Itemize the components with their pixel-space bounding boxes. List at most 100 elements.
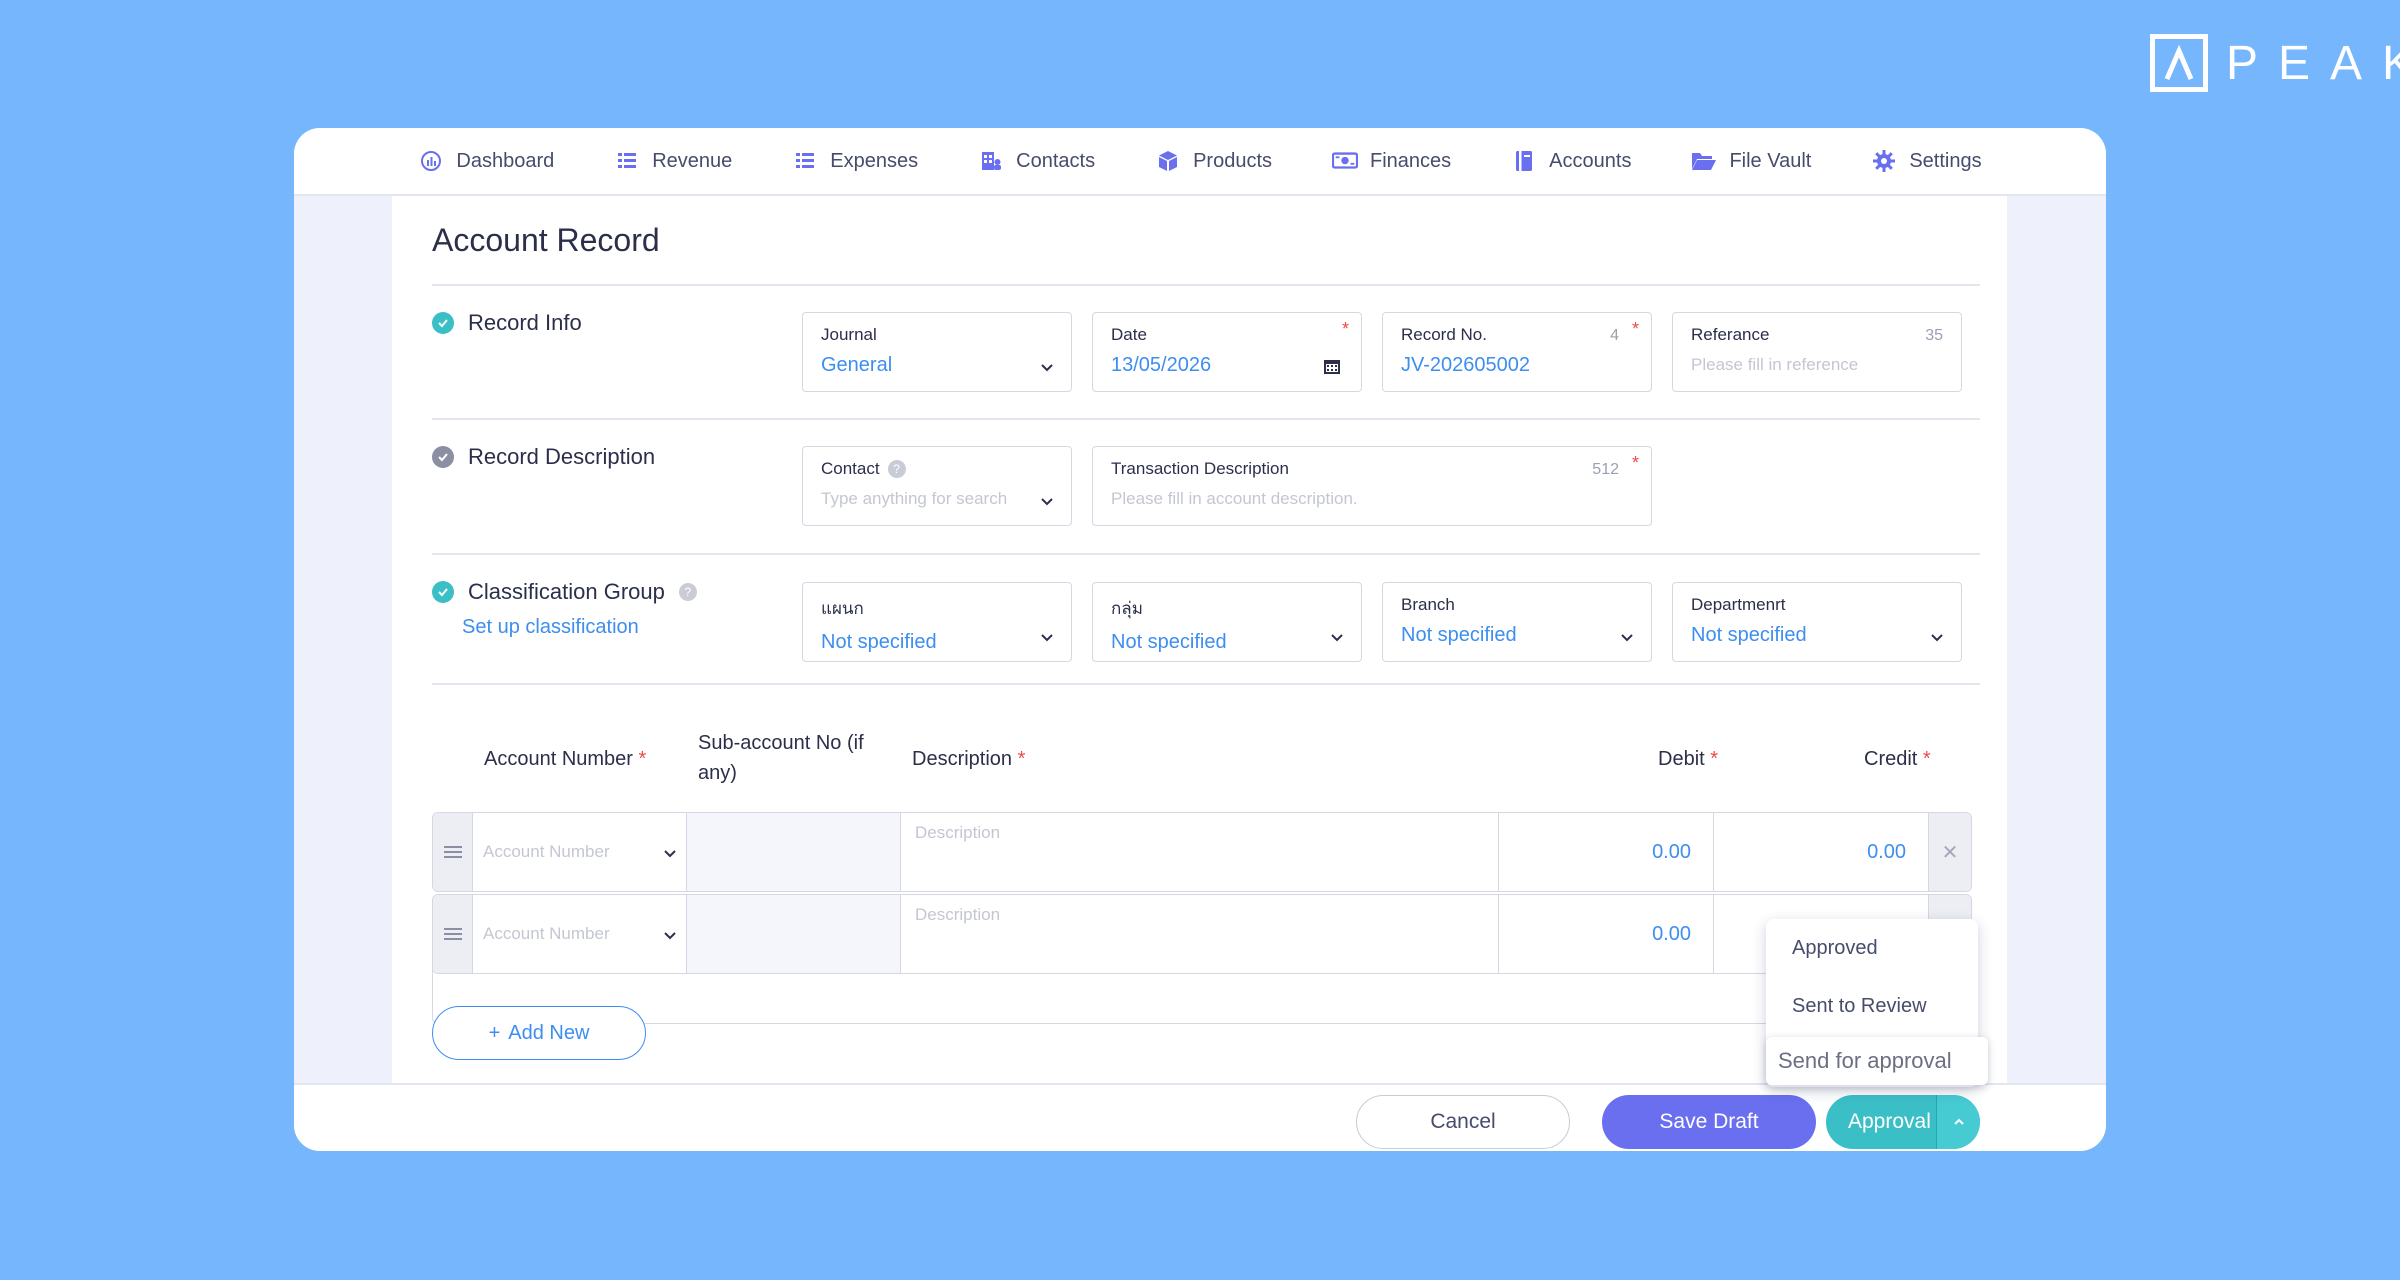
header-description: Description *: [912, 748, 1026, 770]
approval-menu: Approved Sent to Review Send for approva…: [1766, 919, 1988, 1087]
account-number-select[interactable]: Account Number: [473, 895, 687, 973]
chevron-down-icon: [1041, 634, 1053, 642]
department-select[interactable]: Departmenrt Not specified: [1672, 582, 1962, 662]
menu-item-approved[interactable]: Approved: [1766, 937, 1978, 960]
sub-account-input[interactable]: [687, 813, 901, 891]
record-no-value: JV-202605002: [1401, 354, 1531, 376]
check-circle-icon: [432, 446, 454, 468]
description-placeholder: Description: [915, 905, 1001, 924]
classification-value: Not specified: [1691, 624, 1807, 646]
credit-input[interactable]: 0.00: [1714, 813, 1929, 891]
classification-value: Not specified: [1111, 631, 1227, 653]
header-credit: Credit *: [1864, 748, 1931, 770]
finances-icon: [1332, 148, 1359, 174]
char-count: 512: [1592, 461, 1619, 478]
journal-value: General: [821, 354, 893, 376]
section-title: Record Description: [468, 444, 656, 469]
description-input[interactable]: Description: [901, 895, 1499, 973]
chevron-down-icon: [1331, 634, 1343, 642]
nav-file-vault[interactable]: File Vault: [1661, 128, 1841, 195]
check-circle-icon: [432, 581, 454, 603]
peak-logo: PEAK: [2150, 32, 2400, 94]
description-placeholder: Description: [915, 823, 1001, 842]
brand-name: PEAK: [2226, 36, 2400, 90]
add-new-row-button[interactable]: + Add New: [432, 1006, 646, 1060]
menu-item-sent-to-review[interactable]: Sent to Review: [1766, 995, 1978, 1018]
section-record-description: Record Description: [432, 444, 655, 470]
description-input[interactable]: Description: [901, 813, 1499, 891]
nav-settings[interactable]: Settings: [1841, 128, 2011, 195]
table-row: Account Number Description 0.00: [432, 894, 1972, 974]
help-icon[interactable]: ?: [887, 460, 906, 478]
calendar-icon[interactable]: [1323, 357, 1341, 375]
approval-label: Approval: [1848, 1110, 1931, 1133]
sub-account-input[interactable]: [687, 895, 901, 973]
nav-products[interactable]: Products: [1125, 128, 1302, 195]
chevron-up-icon: [1953, 1118, 1964, 1125]
record-no-field[interactable]: Record No. JV-202605002 4 *: [1382, 312, 1652, 392]
chevron-down-icon: [664, 932, 676, 940]
field-label: แผนก: [821, 599, 864, 618]
record-form-sheet: Account Record Record Info Journal Gener…: [392, 196, 2007, 1151]
contacts-icon: [978, 148, 1004, 174]
nav-label: Products: [1193, 149, 1273, 172]
debit-input[interactable]: 0.00: [1499, 895, 1714, 973]
help-icon[interactable]: ?: [678, 583, 697, 601]
account-placeholder: Account Number: [483, 924, 610, 943]
close-icon: ✕: [1941, 841, 1959, 864]
menu-item-send-for-approval[interactable]: Send for approval: [1766, 1037, 1988, 1085]
nav-contacts[interactable]: Contacts: [948, 128, 1125, 195]
transaction-placeholder: Please fill in account description.: [1111, 489, 1358, 508]
transaction-description-input[interactable]: Transaction Description Please fill in a…: [1092, 446, 1652, 526]
approval-button[interactable]: Approval: [1826, 1095, 1980, 1149]
debit-input[interactable]: 0.00: [1499, 813, 1714, 891]
drag-handle-icon[interactable]: [433, 813, 473, 891]
drag-handle-icon[interactable]: [433, 895, 473, 973]
dashboard-icon: [418, 148, 444, 174]
table-row: Account Number Description 0.00 0.00 ✕: [432, 812, 1972, 892]
chevron-down-icon: [1931, 634, 1943, 642]
reference-placeholder: Please fill in reference: [1691, 355, 1859, 374]
reference-input[interactable]: Referance Please fill in reference 35: [1672, 312, 1962, 392]
account-placeholder: Account Number: [483, 842, 610, 861]
nav-label: Finances: [1370, 149, 1452, 172]
nav-finances[interactable]: Finances: [1302, 128, 1481, 195]
field-label: Departmenrt: [1691, 595, 1786, 614]
chevron-down-icon: [664, 850, 676, 858]
setup-classification-link[interactable]: Set up classification: [462, 616, 639, 639]
cancel-button[interactable]: Cancel: [1356, 1095, 1570, 1149]
classification-select-1[interactable]: แผนก Not specified: [802, 582, 1072, 662]
field-label: Journal: [821, 325, 877, 344]
section-title: Classification Group: [468, 579, 665, 604]
remove-row-button[interactable]: ✕: [1929, 813, 1971, 891]
divider: [432, 284, 1980, 286]
contact-search-select[interactable]: Contact? Type anything for search: [802, 446, 1072, 526]
nav-dashboard[interactable]: Dashboard: [388, 128, 584, 195]
field-label: Contact?: [821, 459, 1053, 479]
save-draft-button[interactable]: Save Draft: [1602, 1095, 1816, 1149]
section-classification: Classification Group ?: [432, 579, 697, 605]
account-number-select[interactable]: Account Number: [473, 813, 687, 891]
section-record-info: Record Info: [432, 310, 582, 336]
nav-accounts[interactable]: Accounts: [1481, 128, 1661, 195]
header-sub-account: Sub-account No (if any): [698, 732, 864, 784]
products-icon: [1155, 148, 1181, 174]
char-count: 35: [1925, 327, 1943, 344]
field-label: Branch: [1401, 595, 1455, 614]
nav-revenue[interactable]: Revenue: [584, 128, 762, 195]
nav-label: Revenue: [652, 149, 733, 172]
date-field[interactable]: Date 13/05/2026 *: [1092, 312, 1362, 392]
classification-select-2[interactable]: กลุ่ม Not specified: [1092, 582, 1362, 662]
logo-mark-icon: [2150, 34, 2208, 92]
chevron-down-icon: [1041, 498, 1053, 506]
expenses-icon: [792, 148, 818, 174]
classification-value: Not specified: [821, 631, 937, 653]
journal-select[interactable]: Journal General: [802, 312, 1072, 392]
branch-select[interactable]: Branch Not specified: [1382, 582, 1652, 662]
top-navigation: Dashboard Revenue Expenses Contacts Prod…: [294, 128, 2106, 196]
nav-label: Contacts: [1016, 149, 1096, 172]
debit-value: 0.00: [1652, 922, 1691, 945]
field-label: Record No.: [1401, 325, 1487, 344]
accounts-icon: [1511, 148, 1537, 174]
nav-expenses[interactable]: Expenses: [762, 128, 948, 195]
